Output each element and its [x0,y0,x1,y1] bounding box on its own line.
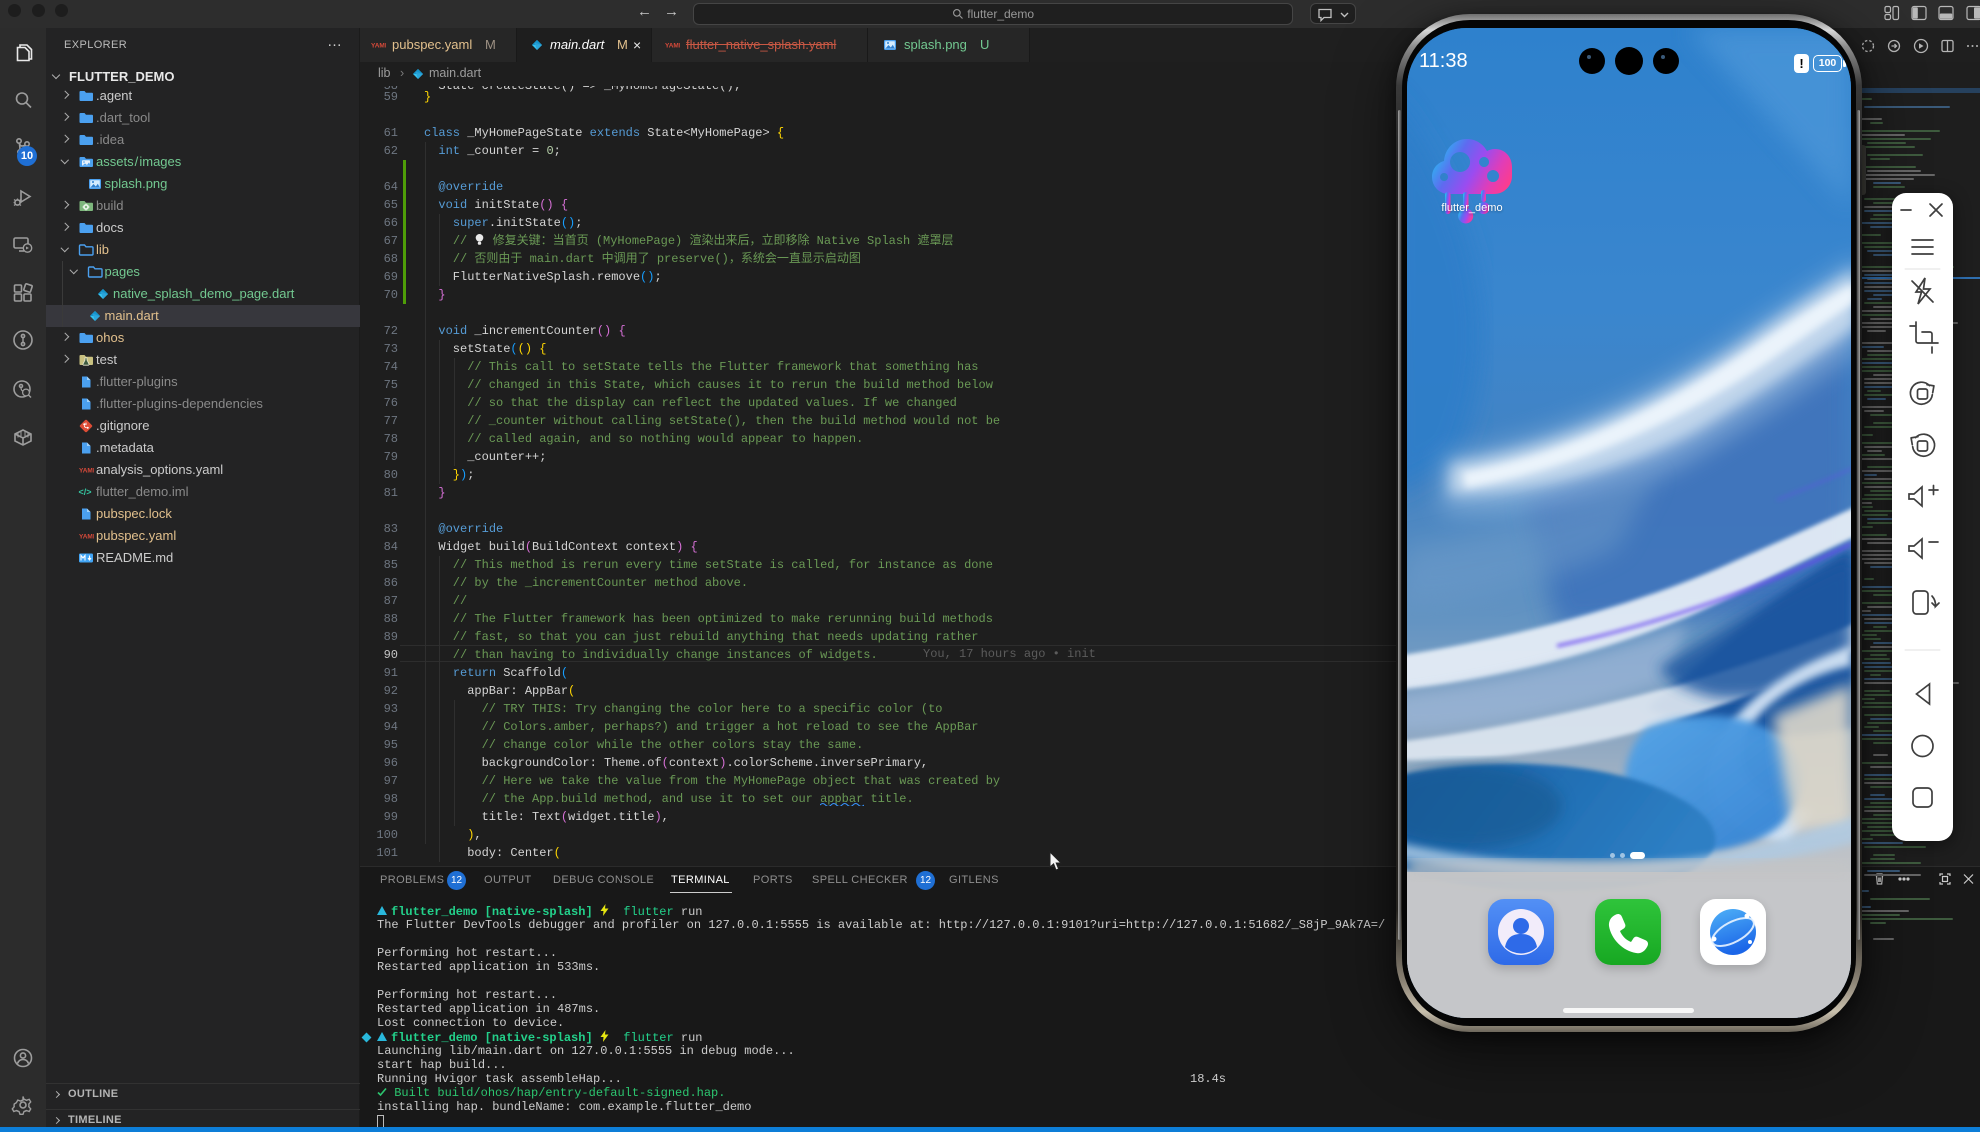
svg-text:</>: </> [79,487,92,497]
svg-text:YAML: YAML [665,43,680,50]
svg-text:YAML: YAML [79,534,94,541]
svg-text:YAML: YAML [371,43,386,50]
svg-text:YAML: YAML [79,468,94,475]
